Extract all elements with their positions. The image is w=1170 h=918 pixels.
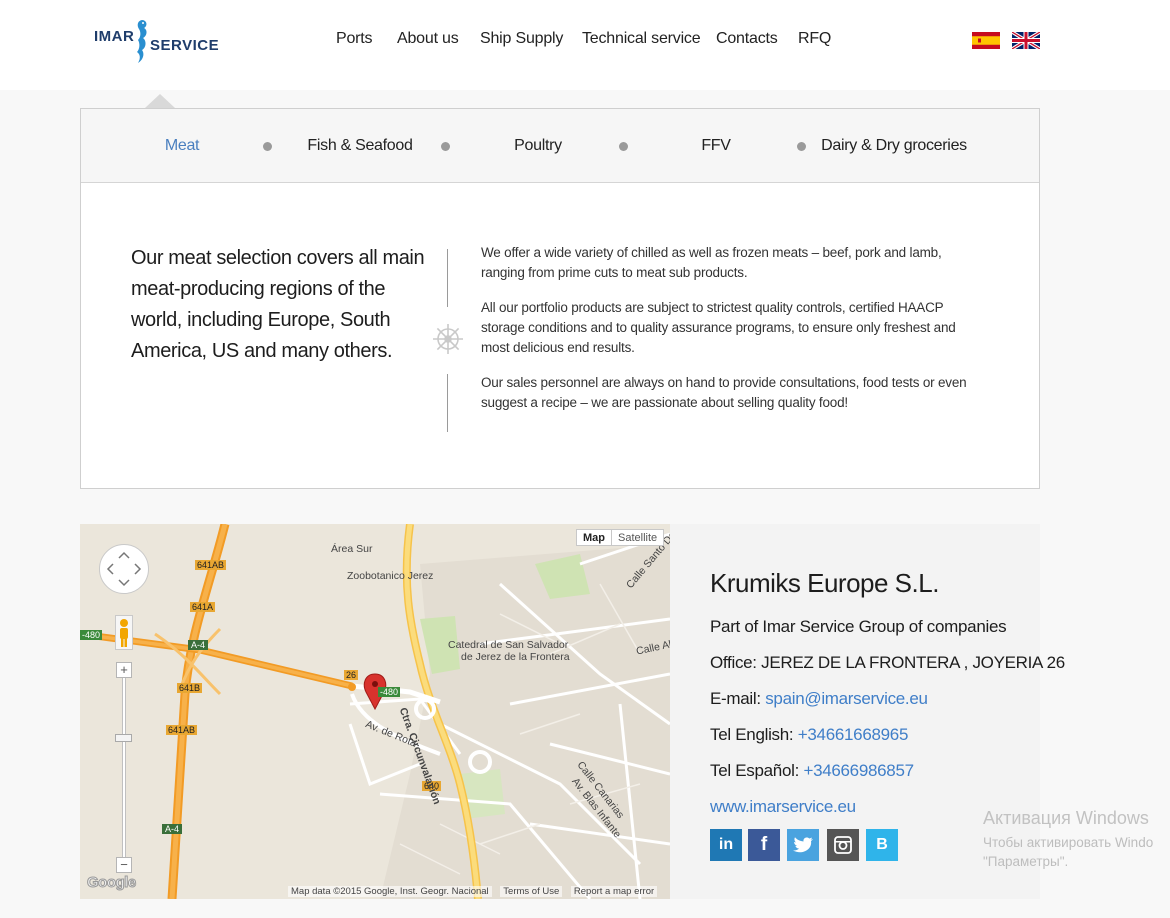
description-paragraph: All our portfolio products are subject t… <box>481 300 956 355</box>
website-link[interactable]: www.imarservice.eu <box>710 797 856 817</box>
terms-of-use-link[interactable]: Terms of Use <box>500 886 563 897</box>
ship-wheel-icon <box>433 324 463 354</box>
pan-arrows-icon <box>106 551 142 587</box>
pan-control[interactable] <box>99 544 149 594</box>
map-attribution: Map data ©2015 Google, Inst. Geogr. Naci… <box>288 885 658 899</box>
email-row: E-mail: spain@imarservice.eu <box>710 689 928 709</box>
tel-english-row: Tel English: +34661668965 <box>710 725 908 745</box>
google-map[interactable]: 641AB 641A 641B 641AB A-4 A-4 -480 -480 … <box>80 524 670 899</box>
report-map-error-link[interactable]: Report a map error <box>570 886 658 897</box>
place-label: de Jerez de la Frontera <box>461 651 570 663</box>
nav-about-us[interactable]: About us <box>397 30 459 48</box>
category-description: We offer a wide variety of chilled as we… <box>481 243 981 428</box>
nav-ports[interactable]: Ports <box>336 30 373 48</box>
zoom-in-button[interactable]: + <box>116 662 132 678</box>
category-panel: Meat Fish & Seafood Poultry FFV Dairy & … <box>80 108 1040 489</box>
nav-ship-supply[interactable]: Ship Supply <box>480 30 563 48</box>
road-shield: 641AB <box>166 725 198 735</box>
email-link[interactable]: spain@imarservice.eu <box>765 689 928 708</box>
google-logo: Google <box>87 874 137 892</box>
zoom-out-button[interactable]: − <box>116 857 132 873</box>
nav-technical-service[interactable]: Technical service <box>582 30 701 48</box>
imar-service-logo[interactable]: IMAR SERVICE <box>93 18 223 66</box>
tab-meat[interactable]: Meat <box>165 137 200 155</box>
logo-text-imar: IMAR <box>94 28 135 45</box>
place-label: Área Sur <box>331 543 373 555</box>
twitter-icon[interactable] <box>787 829 819 861</box>
email-label: E-mail: <box>710 689 766 708</box>
spanish-flag-icon[interactable] <box>972 32 1000 49</box>
windows-activation-line: Чтобы активировать Windo <box>983 835 1154 850</box>
divider-line <box>447 249 448 307</box>
road-shield: 641B <box>177 683 203 693</box>
tab-ffv[interactable]: FFV <box>701 137 731 155</box>
road-shield: A-4 <box>188 640 209 650</box>
facebook-icon[interactable]: f <box>748 829 780 861</box>
nav-rfq[interactable]: RFQ <box>798 30 831 48</box>
nav-contacts[interactable]: Contacts <box>716 30 778 48</box>
tel-english-label: Tel English: <box>710 725 798 744</box>
tab-separator-dot <box>797 142 806 151</box>
tab-separator-dot <box>263 142 272 151</box>
zoom-slider-handle[interactable] <box>115 734 132 742</box>
zoom-slider-track[interactable] <box>122 678 126 858</box>
company-name: Krumiks Europe S.L. <box>710 568 939 598</box>
road-shield: 26 <box>344 670 359 680</box>
road-shield: 641A <box>190 602 216 612</box>
site-header: IMAR SERVICE Ports About us Ship Supply … <box>0 0 1170 90</box>
tel-english-link[interactable]: +34661668965 <box>798 725 909 744</box>
description-paragraph: Our sales personnel are always on hand t… <box>481 375 967 410</box>
category-lead-text: Our meat selection covers all main meat-… <box>131 247 425 362</box>
windows-activation-title: Активация Windows <box>983 808 1149 828</box>
street-view-pegman-icon[interactable] <box>115 615 133 650</box>
group-text: Part of Imar Service Group of companies <box>710 617 1007 636</box>
tab-poultry[interactable]: Poultry <box>514 137 562 155</box>
place-label: Catedral de San Salvador <box>448 639 569 651</box>
tab-separator-dot <box>619 142 628 151</box>
tab-separator-dot <box>441 142 450 151</box>
logo-text-service: SERVICE <box>150 37 220 54</box>
linkedin-icon[interactable]: in <box>710 829 742 861</box>
road-shield: 641AB <box>195 560 227 570</box>
tab-fish-seafood[interactable]: Fish & Seafood <box>307 137 413 155</box>
road-shield: -480 <box>378 687 401 697</box>
description-paragraph: We offer a wide variety of chilled as we… <box>481 245 942 280</box>
instagram-icon[interactable] <box>827 829 859 861</box>
place-label: Zoobotanico Jerez <box>347 570 434 582</box>
vk-icon[interactable]: B <box>866 829 898 861</box>
tab-dairy-dry-groceries[interactable]: Dairy & Dry groceries <box>821 137 967 155</box>
uk-flag-icon[interactable] <box>1012 32 1040 49</box>
map-type-satellite-button[interactable]: Satellite <box>611 529 665 546</box>
road-shield: -480 <box>80 630 103 640</box>
category-tabs: Meat Fish & Seafood Poultry FFV Dairy & … <box>81 109 1039 183</box>
tel-spanish-row: Tel Español: +34666986857 <box>710 761 914 781</box>
windows-activation-line: "Параметры". <box>983 854 1069 869</box>
divider-line <box>447 374 448 432</box>
map-data-credit: Map data ©2015 Google, Inst. Geogr. Naci… <box>288 886 492 897</box>
road-shield: A-4 <box>162 824 183 834</box>
tel-spanish-link[interactable]: +34666986857 <box>803 761 914 780</box>
windows-activation-text: Чтобы активировать Windo "Параметры". <box>983 833 1153 871</box>
seahorse-icon <box>137 20 147 63</box>
tel-spanish-label: Tel Español: <box>710 761 804 780</box>
office-address: Office: JEREZ DE LA FRONTERA , JOYERIA 2… <box>710 653 1065 672</box>
map-type-map-button[interactable]: Map <box>576 529 612 546</box>
active-tab-pointer <box>145 94 175 108</box>
